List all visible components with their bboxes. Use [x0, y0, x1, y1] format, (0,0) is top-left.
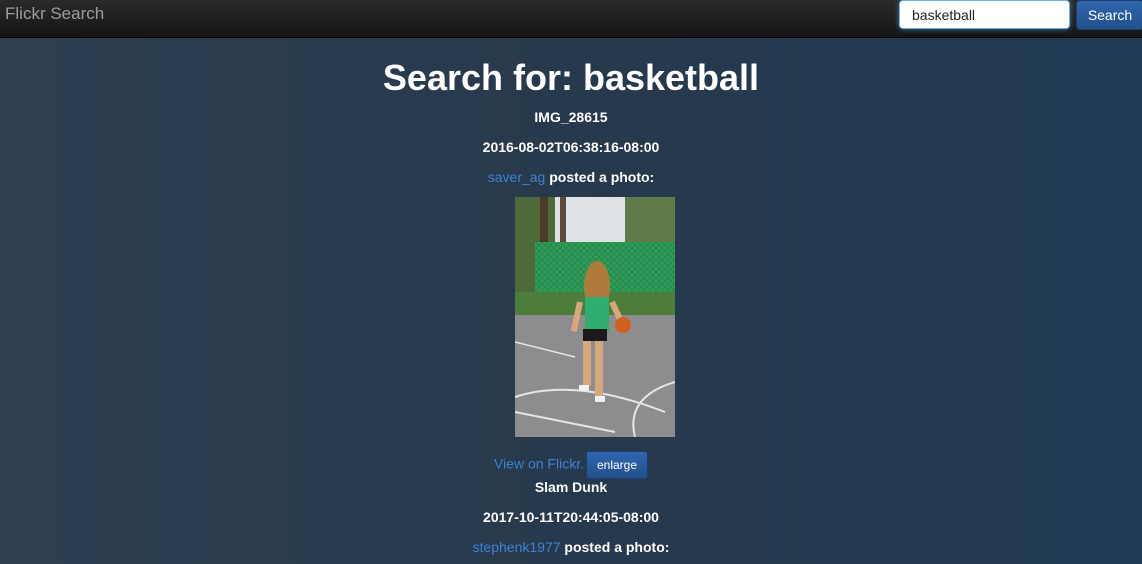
result-actions: View on Flickr. enlarge [0, 451, 1142, 479]
result-date: 2017-10-11T20:44:05-08:00 [483, 509, 659, 525]
author-link[interactable]: stephenk1977 [473, 539, 561, 555]
navbar: Flickr Search Search [0, 0, 1142, 38]
result-posted-line: saver_ag posted a photo: [0, 168, 1142, 186]
search-button[interactable]: Search [1076, 0, 1142, 30]
result-title: IMG_28615 [534, 109, 608, 125]
search-input[interactable] [899, 0, 1070, 29]
brand-title[interactable]: Flickr Search [5, 4, 104, 24]
posted-text: posted a photo: [560, 539, 670, 555]
author-link[interactable]: saver_ag [488, 169, 546, 185]
posted-text: posted a photo: [545, 169, 655, 185]
view-on-flickr-link[interactable]: View on Flickr. [494, 456, 584, 472]
page-title: Search for: basketball [382, 57, 760, 98]
result-title: Slam Dunk [534, 479, 608, 495]
enlarge-button[interactable]: enlarge [585, 451, 649, 479]
result-date: 2016-08-02T06:38:16-08:00 [482, 139, 660, 155]
result-photo[interactable] [515, 197, 675, 437]
result-posted-line: stephenk1977 posted a photo: [0, 538, 1142, 556]
